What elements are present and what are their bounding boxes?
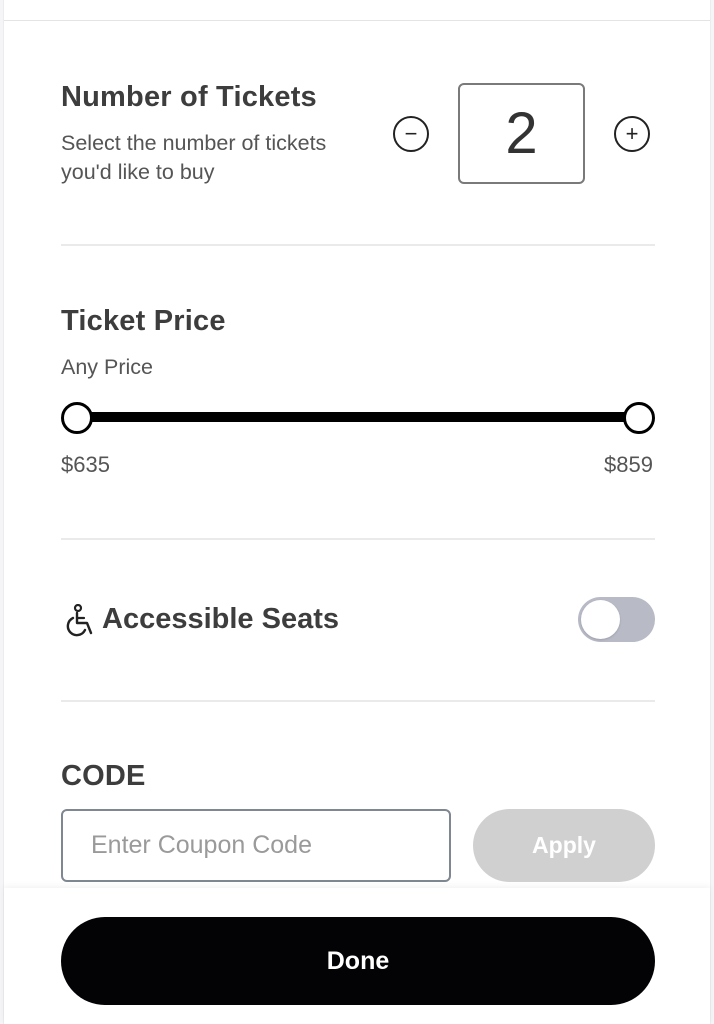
footer-bar: Done (4, 888, 710, 1024)
wheelchair-icon (66, 604, 93, 637)
done-button[interactable]: Done (61, 917, 655, 1005)
plus-icon: + (625, 121, 639, 146)
increment-button[interactable]: + (614, 116, 650, 152)
apply-button[interactable]: Apply (473, 809, 655, 882)
accessible-seats-label: Accessible Seats (102, 603, 339, 635)
decrement-button[interactable]: − (393, 116, 429, 152)
filter-sheet: Number of Tickets Select the number of t… (3, 0, 711, 1024)
top-divider (4, 20, 710, 21)
section-divider (61, 700, 655, 702)
ticket-quantity[interactable]: 2 (458, 83, 585, 184)
price-slider-max-handle[interactable] (623, 402, 655, 434)
section-divider (61, 244, 655, 246)
toggle-knob (581, 600, 620, 639)
price-subtitle: Any Price (61, 355, 154, 379)
accessible-seats-toggle[interactable] (578, 597, 655, 642)
code-title: CODE (61, 760, 146, 792)
price-slider-min-handle[interactable] (61, 402, 93, 434)
price-max-label: $859 (604, 452, 653, 477)
price-slider-track[interactable] (76, 412, 640, 422)
tickets-title: Number of Tickets (61, 81, 317, 113)
section-divider (61, 538, 655, 540)
price-title: Ticket Price (61, 305, 226, 337)
minus-icon: − (404, 121, 418, 146)
tickets-description: Select the number of tickets you'd like … (61, 131, 327, 184)
coupon-code-input[interactable] (61, 809, 451, 882)
price-min-label: $635 (61, 452, 110, 477)
